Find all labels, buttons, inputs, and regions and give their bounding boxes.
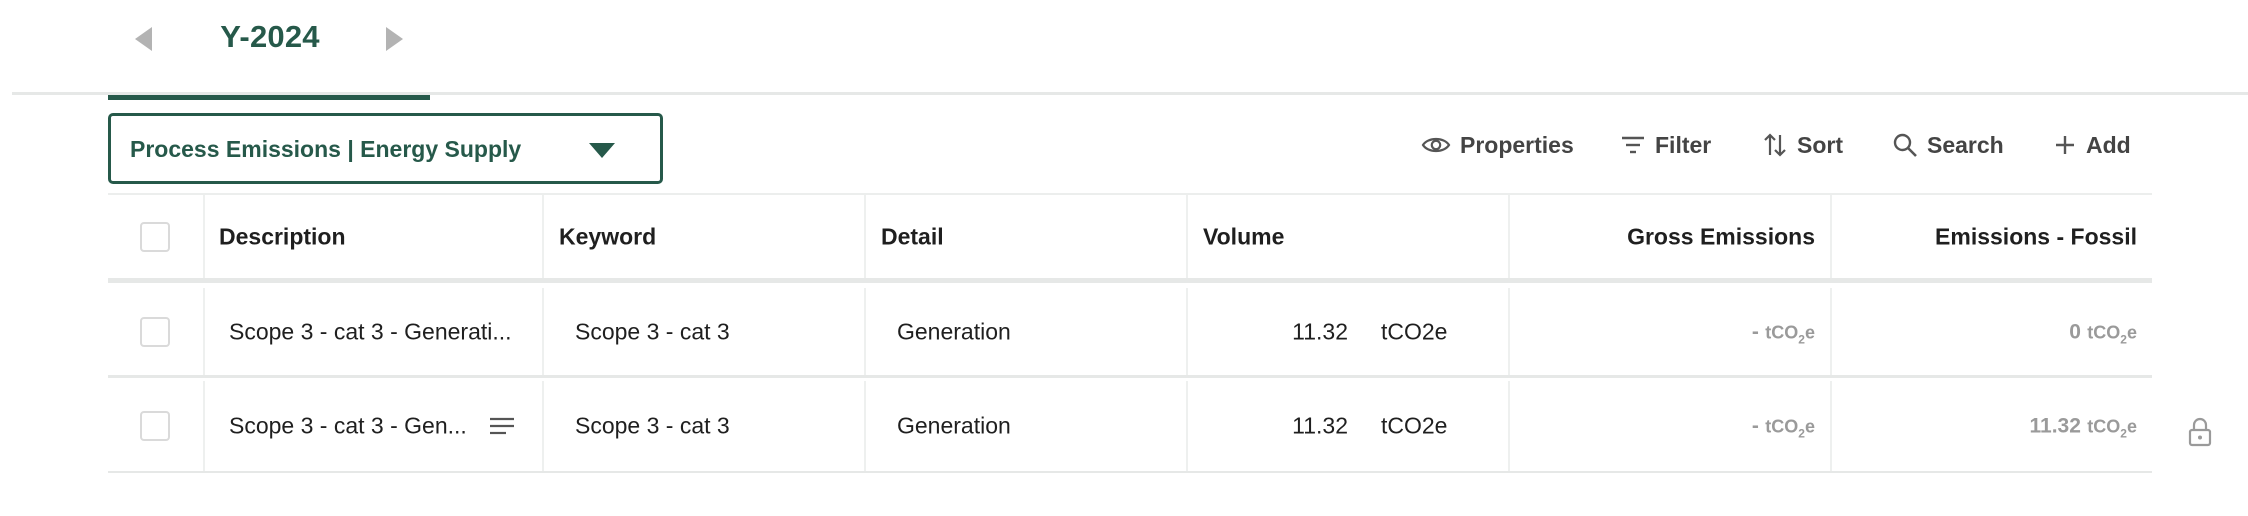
description-text: Scope 3 - cat 3 - Generati... — [229, 318, 512, 344]
cell-volume[interactable]: 11.32 tCO2e — [1186, 288, 1508, 375]
description-text: Scope 3 - cat 3 - Gen... — [229, 412, 467, 439]
volume-value: 11.32 — [1292, 318, 1348, 344]
column-header-gross-emissions: Gross Emissions — [1627, 223, 1815, 249]
fossil-unit-tail: e — [2126, 416, 2137, 437]
gross-unit-tail: e — [1804, 416, 1815, 437]
row-checkbox[interactable] — [140, 411, 170, 441]
plus-icon — [2056, 136, 2074, 154]
volume-unit: tCO2e — [1381, 318, 1448, 344]
header-emissions-fossil[interactable]: Emissions - Fossil — [1830, 195, 2152, 278]
column-header-volume: Volume — [1203, 223, 1285, 249]
volume-value: 11.32 — [1292, 412, 1348, 439]
cell-keyword[interactable]: Scope 3 - cat 3 — [542, 381, 864, 471]
row-checkbox[interactable] — [140, 316, 170, 347]
notes-icon[interactable] — [489, 417, 515, 435]
gross-emissions-value: - tCO2e — [1752, 412, 1815, 441]
gross-emissions-unit: tCO2e — [1765, 416, 1815, 441]
sort-icon — [1764, 133, 1786, 157]
search-button[interactable]: Search — [1892, 128, 2004, 162]
fossil-unit: tCO2e — [2087, 416, 2137, 441]
caret-down-icon — [589, 143, 615, 158]
gross-unit-base: tCO — [1765, 416, 1799, 437]
search-label: Search — [1927, 131, 2004, 158]
gross-emissions-number: - — [1751, 414, 1759, 438]
cell-emissions-fossil: 11.32 tCO2e — [1830, 381, 2152, 471]
emissions-fossil-value: 11.32 tCO2e — [2030, 412, 2138, 441]
gross-emissions-number: - — [1751, 320, 1759, 344]
table-row[interactable]: Scope 3 - cat 3 - Gen... Scope 3 - cat 3… — [108, 381, 2152, 473]
search-icon — [1893, 133, 1917, 157]
cell-detail[interactable]: Generation — [864, 381, 1186, 471]
year-label[interactable]: Y-2024 — [190, 19, 350, 55]
filter-icon — [1622, 136, 1644, 154]
filter-label: Filter — [1655, 131, 1712, 158]
add-button[interactable]: Add — [2053, 128, 2131, 162]
cell-description[interactable]: Scope 3 - cat 3 - Gen... — [203, 381, 542, 471]
sort-button[interactable]: Sort — [1762, 128, 1843, 162]
row-select-cell — [108, 288, 203, 375]
header-gross-emissions[interactable]: Gross Emissions — [1508, 195, 1830, 278]
select-all-checkbox[interactable] — [140, 221, 170, 252]
detail-text: Generation — [897, 318, 1011, 344]
cell-detail[interactable]: Generation — [864, 288, 1186, 375]
fossil-unit-sub: 2 — [2120, 331, 2127, 346]
header-volume[interactable]: Volume — [1186, 195, 1508, 278]
eye-icon — [1421, 137, 1451, 153]
fossil-unit-tail: e — [2126, 322, 2137, 343]
lock-icon[interactable] — [2188, 417, 2212, 447]
header-keyword[interactable]: Keyword — [542, 195, 864, 278]
column-header-detail: Detail — [881, 223, 944, 249]
gross-unit-base: tCO — [1765, 322, 1799, 343]
fossil-number: 0 — [2069, 320, 2081, 344]
header-description[interactable]: Description — [203, 195, 542, 278]
header-select-cell — [108, 195, 203, 278]
fossil-unit-base: tCO — [2087, 322, 2121, 343]
cell-gross-emissions: - tCO2e — [1508, 288, 1830, 375]
cell-gross-emissions: - tCO2e — [1508, 381, 1830, 471]
chevron-right-icon[interactable] — [386, 27, 403, 51]
period-tab-bar: Y-2024 — [0, 0, 2248, 100]
row-select-cell — [108, 381, 203, 471]
properties-label: Properties — [1460, 131, 1574, 158]
category-dropdown[interactable]: Process Emissions | Energy Supply — [108, 113, 663, 184]
gross-emissions-unit: tCO2e — [1765, 322, 1815, 346]
keyword-text: Scope 3 - cat 3 — [575, 318, 730, 344]
column-header-keyword: Keyword — [559, 223, 657, 249]
volume-unit: tCO2e — [1381, 412, 1448, 439]
properties-button[interactable]: Properties — [1421, 128, 1574, 162]
detail-text: Generation — [897, 412, 1011, 439]
dropdown-selected-value: Process Emissions | Energy Supply — [130, 136, 522, 162]
column-header-emissions-fossil: Emissions - Fossil — [1935, 223, 2137, 249]
cell-volume[interactable]: 11.32 tCO2e — [1186, 381, 1508, 471]
table-row[interactable]: Scope 3 - cat 3 - Generati... Scope 3 - … — [108, 288, 2152, 378]
gross-unit-tail: e — [1804, 322, 1815, 343]
column-header-description: Description — [219, 223, 346, 249]
cell-description[interactable]: Scope 3 - cat 3 - Generati... — [203, 288, 542, 375]
gross-emissions-value: - tCO2e — [1752, 317, 1815, 346]
fossil-number: 11.32 — [2029, 414, 2081, 438]
header-detail[interactable]: Detail — [864, 195, 1186, 278]
filter-button[interactable]: Filter — [1620, 128, 1711, 162]
sort-label: Sort — [1797, 131, 1843, 158]
keyword-text: Scope 3 - cat 3 — [575, 412, 730, 439]
tab-bar-divider — [12, 92, 2248, 95]
table-header-row: Description Keyword Detail Volume Gross … — [108, 193, 2152, 283]
add-label: Add — [2086, 131, 2131, 158]
cell-keyword[interactable]: Scope 3 - cat 3 — [542, 288, 864, 375]
emissions-fossil-value: 0 tCO2e — [2069, 317, 2137, 346]
fossil-unit: tCO2e — [2087, 322, 2137, 346]
cell-emissions-fossil: 0 tCO2e — [1830, 288, 2152, 375]
fossil-unit-base: tCO — [2087, 416, 2121, 437]
